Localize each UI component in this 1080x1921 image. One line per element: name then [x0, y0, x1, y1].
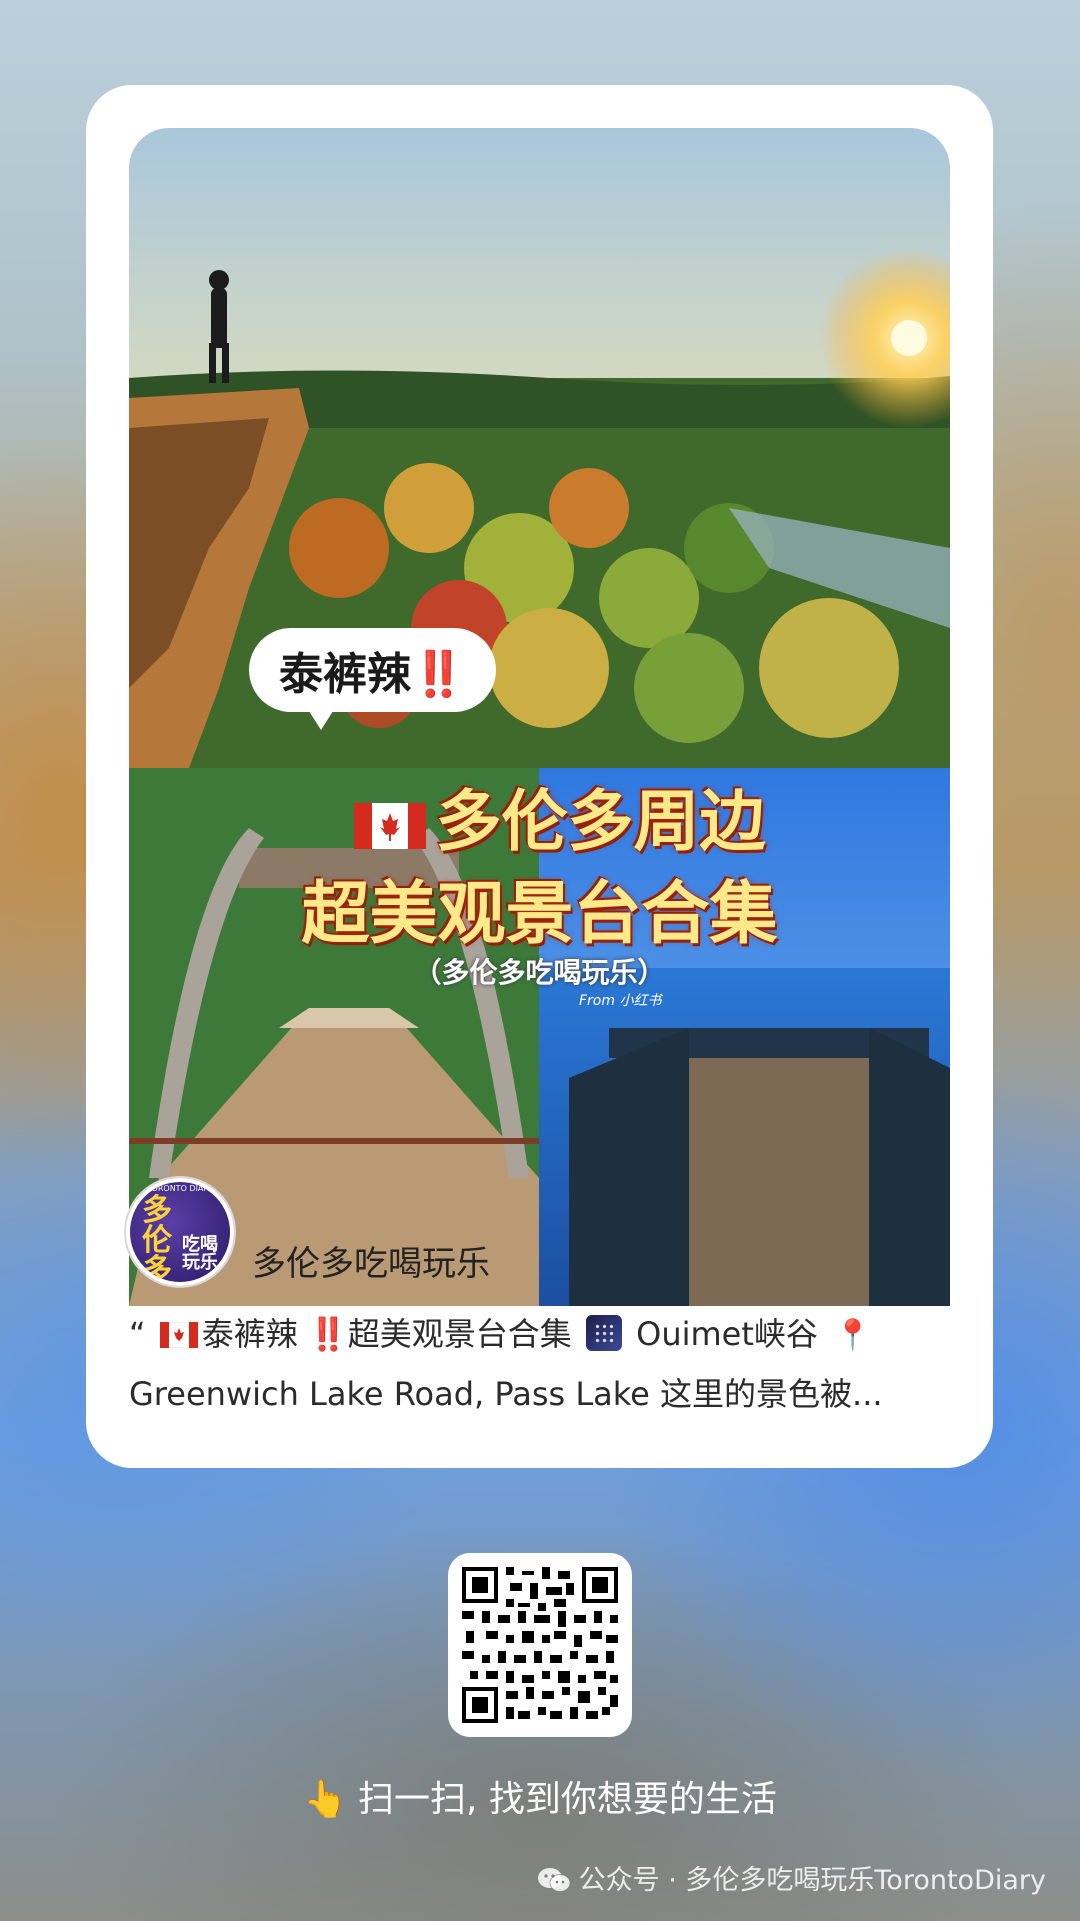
avatar-big-text: 多伦多 — [142, 1193, 172, 1286]
cover-tag-excl: ‼️ — [411, 649, 466, 700]
qr-code[interactable] — [448, 1553, 632, 1737]
cover-tag-bubble: 泰裤辣‼️ — [249, 628, 496, 730]
cover-image[interactable]: 泰裤辣‼️ 多伦多周边 超美观景台合集 （多伦多吃喝玩乐） From 小红书 — [129, 128, 950, 1306]
footer-watermark: 公众号 · 多伦多吃喝玩乐TorontoDiary — [537, 1858, 1046, 1897]
canada-flag-icon — [353, 802, 426, 849]
wechat-icon — [537, 1867, 571, 1893]
excerpt-line-2: Greenwich Lake Road, Pass Lake 这里的景色被... — [129, 1375, 883, 1413]
qr-code-pattern — [458, 1563, 622, 1727]
cover-headline-line1: 多伦多周边 — [129, 768, 950, 864]
scan-prompt-text: 扫一扫, 找到你想要的生活 — [357, 1779, 777, 1820]
cover-subbrand: （多伦多吃喝玩乐） — [413, 956, 666, 989]
pin-icon: 📍 — [834, 1318, 872, 1353]
footer-text: 公众号 · 多伦多吃喝玩乐TorontoDiary — [578, 1865, 1046, 1896]
excerpt-quote: “ — [129, 1315, 146, 1353]
cover-headline-text1: 多伦多周边 — [435, 783, 766, 860]
account-name[interactable]: 多伦多吃喝玩乐 — [252, 1236, 490, 1285]
share-card[interactable]: 泰裤辣‼️ 多伦多周边 超美观景台合集 （多伦多吃喝玩乐） From 小红书 T… — [86, 85, 993, 1468]
cover-from-tag: From 小红书 — [579, 993, 662, 1009]
excerpt-part3: Ouimet峡谷 — [636, 1315, 818, 1353]
excerpt-line-1: “ 泰裤辣 ‼️超美观景台合集 Ouimet峡谷 📍 — [129, 1305, 959, 1365]
scan-prompt: 👆 扫一扫, 找到你想要的生活 — [0, 1770, 1080, 1822]
pointing-hand-icon: 👆 — [303, 1779, 348, 1820]
avatar-small-text: 吃喝玩乐 — [182, 1234, 218, 1273]
cover-headline-line2: 超美观景台合集 — [301, 875, 778, 954]
milky-way-icon — [585, 1315, 622, 1351]
avatar-ring-text: TORONTO DIARY — [146, 1184, 214, 1193]
article-excerpt[interactable]: “ 泰裤辣 ‼️超美观景台合集 Ouimet峡谷 📍 Greenwich Lak… — [129, 1305, 959, 1424]
excerpt-part2: 超美观景台合集 — [347, 1315, 572, 1353]
cover-tag-label: 泰裤辣 — [279, 649, 411, 700]
excerpt-part1: 泰裤辣 — [201, 1315, 298, 1353]
double-exclamation-icon: ‼️ — [307, 1315, 348, 1353]
canada-flag-icon — [159, 1308, 199, 1349]
cover-illustration — [129, 128, 950, 1306]
account-avatar[interactable]: TORONTO DIARY 多伦多 吃喝玩乐 — [126, 1178, 234, 1286]
